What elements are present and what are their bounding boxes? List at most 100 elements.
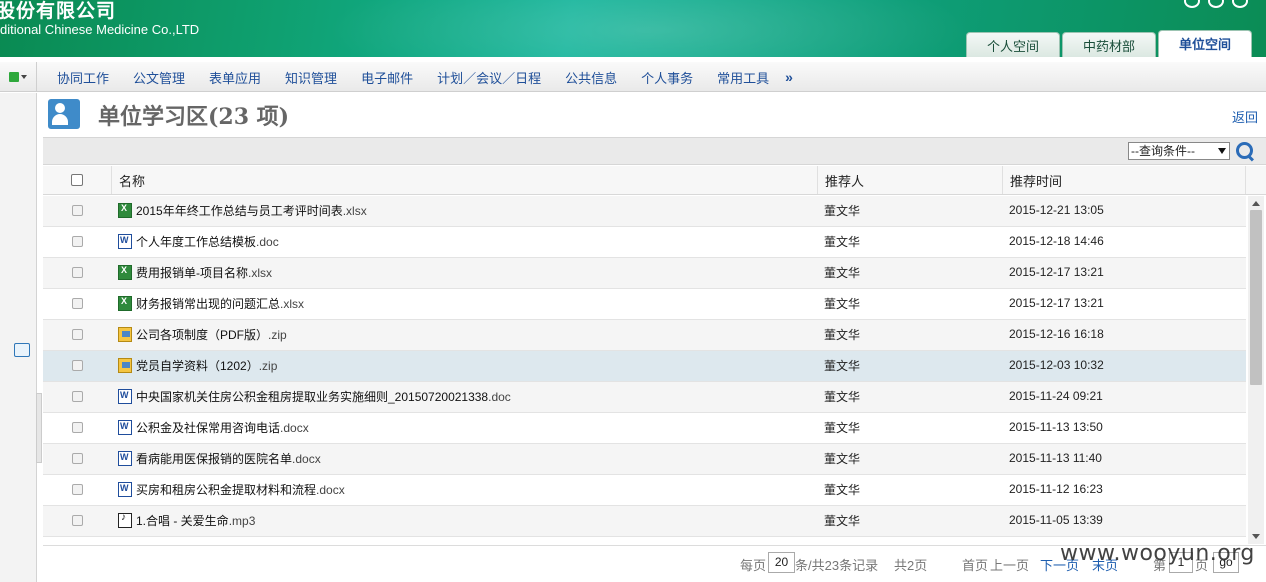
file-name: 公司各项制度（PDF版）	[136, 327, 269, 342]
table-row[interactable]: 看病能用医保报销的医院名单.docx 董文华 2015-11-13 11:40	[43, 444, 1246, 475]
zip-icon	[118, 357, 132, 373]
header-recommender[interactable]: 推荐人	[817, 166, 1002, 194]
prev-page-link[interactable]: 上一页	[990, 555, 1029, 574]
file-name-link[interactable]: 财务报销常出现的问题汇总.xlsx	[136, 295, 304, 312]
tab-personal-space[interactable]: 个人空间	[965, 32, 1060, 57]
row-checkbox[interactable]	[71, 421, 83, 433]
row-select	[43, 474, 111, 504]
table-row[interactable]: 公司各项制度（PDF版）.zip 董文华 2015-12-16 16:18	[43, 320, 1246, 351]
back-link[interactable]: 返回	[1232, 107, 1258, 126]
row-checkbox[interactable]	[71, 266, 83, 278]
row-checkbox[interactable]	[71, 359, 83, 371]
file-name-link[interactable]: 费用报销单-项目名称.xlsx	[136, 264, 272, 281]
header-name[interactable]: 名称	[111, 166, 817, 194]
file-name: 2015年年终工作总结与员工考评时间表	[136, 203, 343, 218]
query-condition-select[interactable]: --查询条件--	[1128, 142, 1230, 160]
row-checkbox[interactable]	[71, 328, 83, 340]
row-select	[43, 257, 111, 287]
file-name-link[interactable]: 个人年度工作总结模板.doc	[136, 233, 279, 250]
tool-icon[interactable]	[14, 343, 30, 357]
home-icon[interactable]	[1208, 0, 1224, 8]
word-icon	[118, 450, 132, 466]
file-name: 中央国家机关住房公积金租房提取业务实施细则_20150720021338	[136, 389, 489, 404]
file-name-link[interactable]: 看病能用医保报销的医院名单.docx	[136, 450, 321, 467]
nav-item-email[interactable]: 电子邮件	[349, 68, 425, 87]
row-checkbox[interactable]	[71, 204, 83, 216]
row-checkbox[interactable]	[71, 452, 83, 464]
select-all-checkbox[interactable]	[71, 174, 83, 186]
row-checkbox[interactable]	[71, 390, 83, 402]
table-row[interactable]: 买房和租房公积金提取材料和流程.docx 董文华 2015-11-12 16:23	[43, 475, 1246, 506]
scroll-down-icon[interactable]	[1252, 534, 1260, 539]
scroll-up-icon[interactable]	[1252, 201, 1260, 206]
recommender-cell: 董文华	[824, 389, 861, 404]
recommend-time-cell: 2015-12-17 13:21	[1009, 265, 1104, 279]
row-select	[43, 443, 111, 473]
row-checkbox[interactable]	[71, 483, 83, 495]
nav-item-forms[interactable]: 表单应用	[197, 68, 273, 87]
nav-item-schedule[interactable]: 计划／会议／日程	[425, 68, 553, 87]
nav-item-tools[interactable]: 常用工具	[705, 68, 781, 87]
file-name-link[interactable]: 党员自学资料（1202）.zip	[136, 357, 277, 374]
table-row[interactable]: 个人年度工作总结模板.doc 董文华 2015-12-18 14:46	[43, 227, 1246, 258]
records-text: 条/共23条记录	[795, 558, 879, 573]
table-row[interactable]: 中央国家机关住房公积金租房提取业务实施细则_20150720021338.doc…	[43, 382, 1246, 413]
per-page-input[interactable]: 20	[768, 552, 795, 573]
power-icon[interactable]	[1232, 0, 1248, 8]
table-row[interactable]: 费用报销单-项目名称.xlsx 董文华 2015-12-17 13:21	[43, 258, 1246, 289]
table-row[interactable]: 2015年年终工作总结与员工考评时间表.xlsx 董文华 2015-12-21 13…	[43, 196, 1246, 227]
file-name-link[interactable]: 买房和租房公积金提取材料和流程.docx	[136, 481, 345, 498]
tab-herbal-dept[interactable]: 中药材部	[1061, 32, 1156, 57]
row-select	[43, 288, 111, 318]
file-extension: .doc	[488, 389, 511, 404]
file-name-cell: 1.合唱 - 关爱生命.mp3	[111, 505, 817, 535]
header-banner: 股份有限公司 ditional Chinese Medicine Co.,LTD…	[0, 0, 1266, 57]
recommender-cell: 董文华	[824, 203, 861, 218]
sidebar-collapse-handle[interactable]	[36, 393, 42, 463]
search-icon[interactable]	[1236, 142, 1254, 160]
table-row[interactable]: 财务报销常出现的问题汇总.xlsx 董文华 2015-12-17 13:21	[43, 289, 1246, 320]
file-name: 买房和租房公积金提取材料和流程	[136, 482, 317, 497]
file-name-cell: 看病能用医保报销的医院名单.docx	[111, 443, 817, 473]
tab-unit-space[interactable]: 单位空间	[1157, 30, 1252, 57]
file-extension: .zip	[258, 358, 278, 373]
file-name-link[interactable]: 公司各项制度（PDF版）.zip	[136, 326, 287, 343]
recommender-cell: 董文华	[824, 420, 861, 435]
file-name-link[interactable]: 中央国家机关住房公积金租房提取业务实施细则_20150720021338.doc	[136, 388, 511, 405]
nav-item-collaboration[interactable]: 协同工作	[45, 68, 121, 87]
file-extension: .doc	[256, 234, 279, 249]
row-checkbox[interactable]	[71, 514, 83, 526]
menu-dropdown-button[interactable]	[0, 62, 37, 92]
table-row[interactable]: 1.合唱 - 关爱生命.mp3 董文华 2015-11-05 13:39	[43, 506, 1246, 537]
scrollbar[interactable]	[1248, 196, 1264, 544]
table-row[interactable]: 公积金及社保常用咨询电话.docx 董文华 2015-11-13 13:50	[43, 413, 1246, 444]
header-time[interactable]: 推荐时间	[1002, 166, 1246, 194]
refresh-icon[interactable]	[1184, 0, 1200, 8]
first-page-link[interactable]: 首页	[962, 555, 988, 574]
recommend-time-cell: 2015-11-24 09:21	[1009, 389, 1103, 403]
file-extension: .xlsx	[280, 296, 305, 311]
file-extension: .docx	[280, 420, 309, 435]
recommend-time-cell: 2015-12-17 13:21	[1009, 296, 1104, 310]
row-select	[43, 319, 111, 349]
row-checkbox[interactable]	[71, 235, 83, 247]
scrollbar-thumb[interactable]	[1250, 210, 1262, 385]
recommender-cell: 董文华	[824, 513, 861, 528]
row-checkbox[interactable]	[71, 297, 83, 309]
file-name-link[interactable]: 1.合唱 - 关爱生命.mp3	[136, 512, 255, 529]
file-extension: .docx	[292, 451, 321, 466]
page-title: 单位学习区(23 项)	[98, 104, 290, 130]
row-select	[43, 196, 111, 225]
file-name-cell: 公积金及社保常用咨询电话.docx	[111, 412, 817, 442]
nav-item-personal-affairs[interactable]: 个人事务	[629, 68, 705, 87]
recommender-cell: 董文华	[824, 451, 861, 466]
file-name-link[interactable]: 公积金及社保常用咨询电话.docx	[136, 419, 309, 436]
file-name-link[interactable]: 2015年年终工作总结与员工考评时间表.xlsx	[136, 202, 367, 219]
recommender-cell: 董文华	[824, 265, 861, 280]
nav-item-documents[interactable]: 公文管理	[121, 68, 197, 87]
nav-item-knowledge[interactable]: 知识管理	[273, 68, 349, 87]
nav-item-public-info[interactable]: 公共信息	[553, 68, 629, 87]
nav-more-button[interactable]: »	[781, 69, 797, 85]
company-name-en: ditional Chinese Medicine Co.,LTD	[0, 22, 200, 37]
table-row[interactable]: 党员自学资料（1202）.zip 董文华 2015-12-03 10:32	[43, 351, 1246, 382]
